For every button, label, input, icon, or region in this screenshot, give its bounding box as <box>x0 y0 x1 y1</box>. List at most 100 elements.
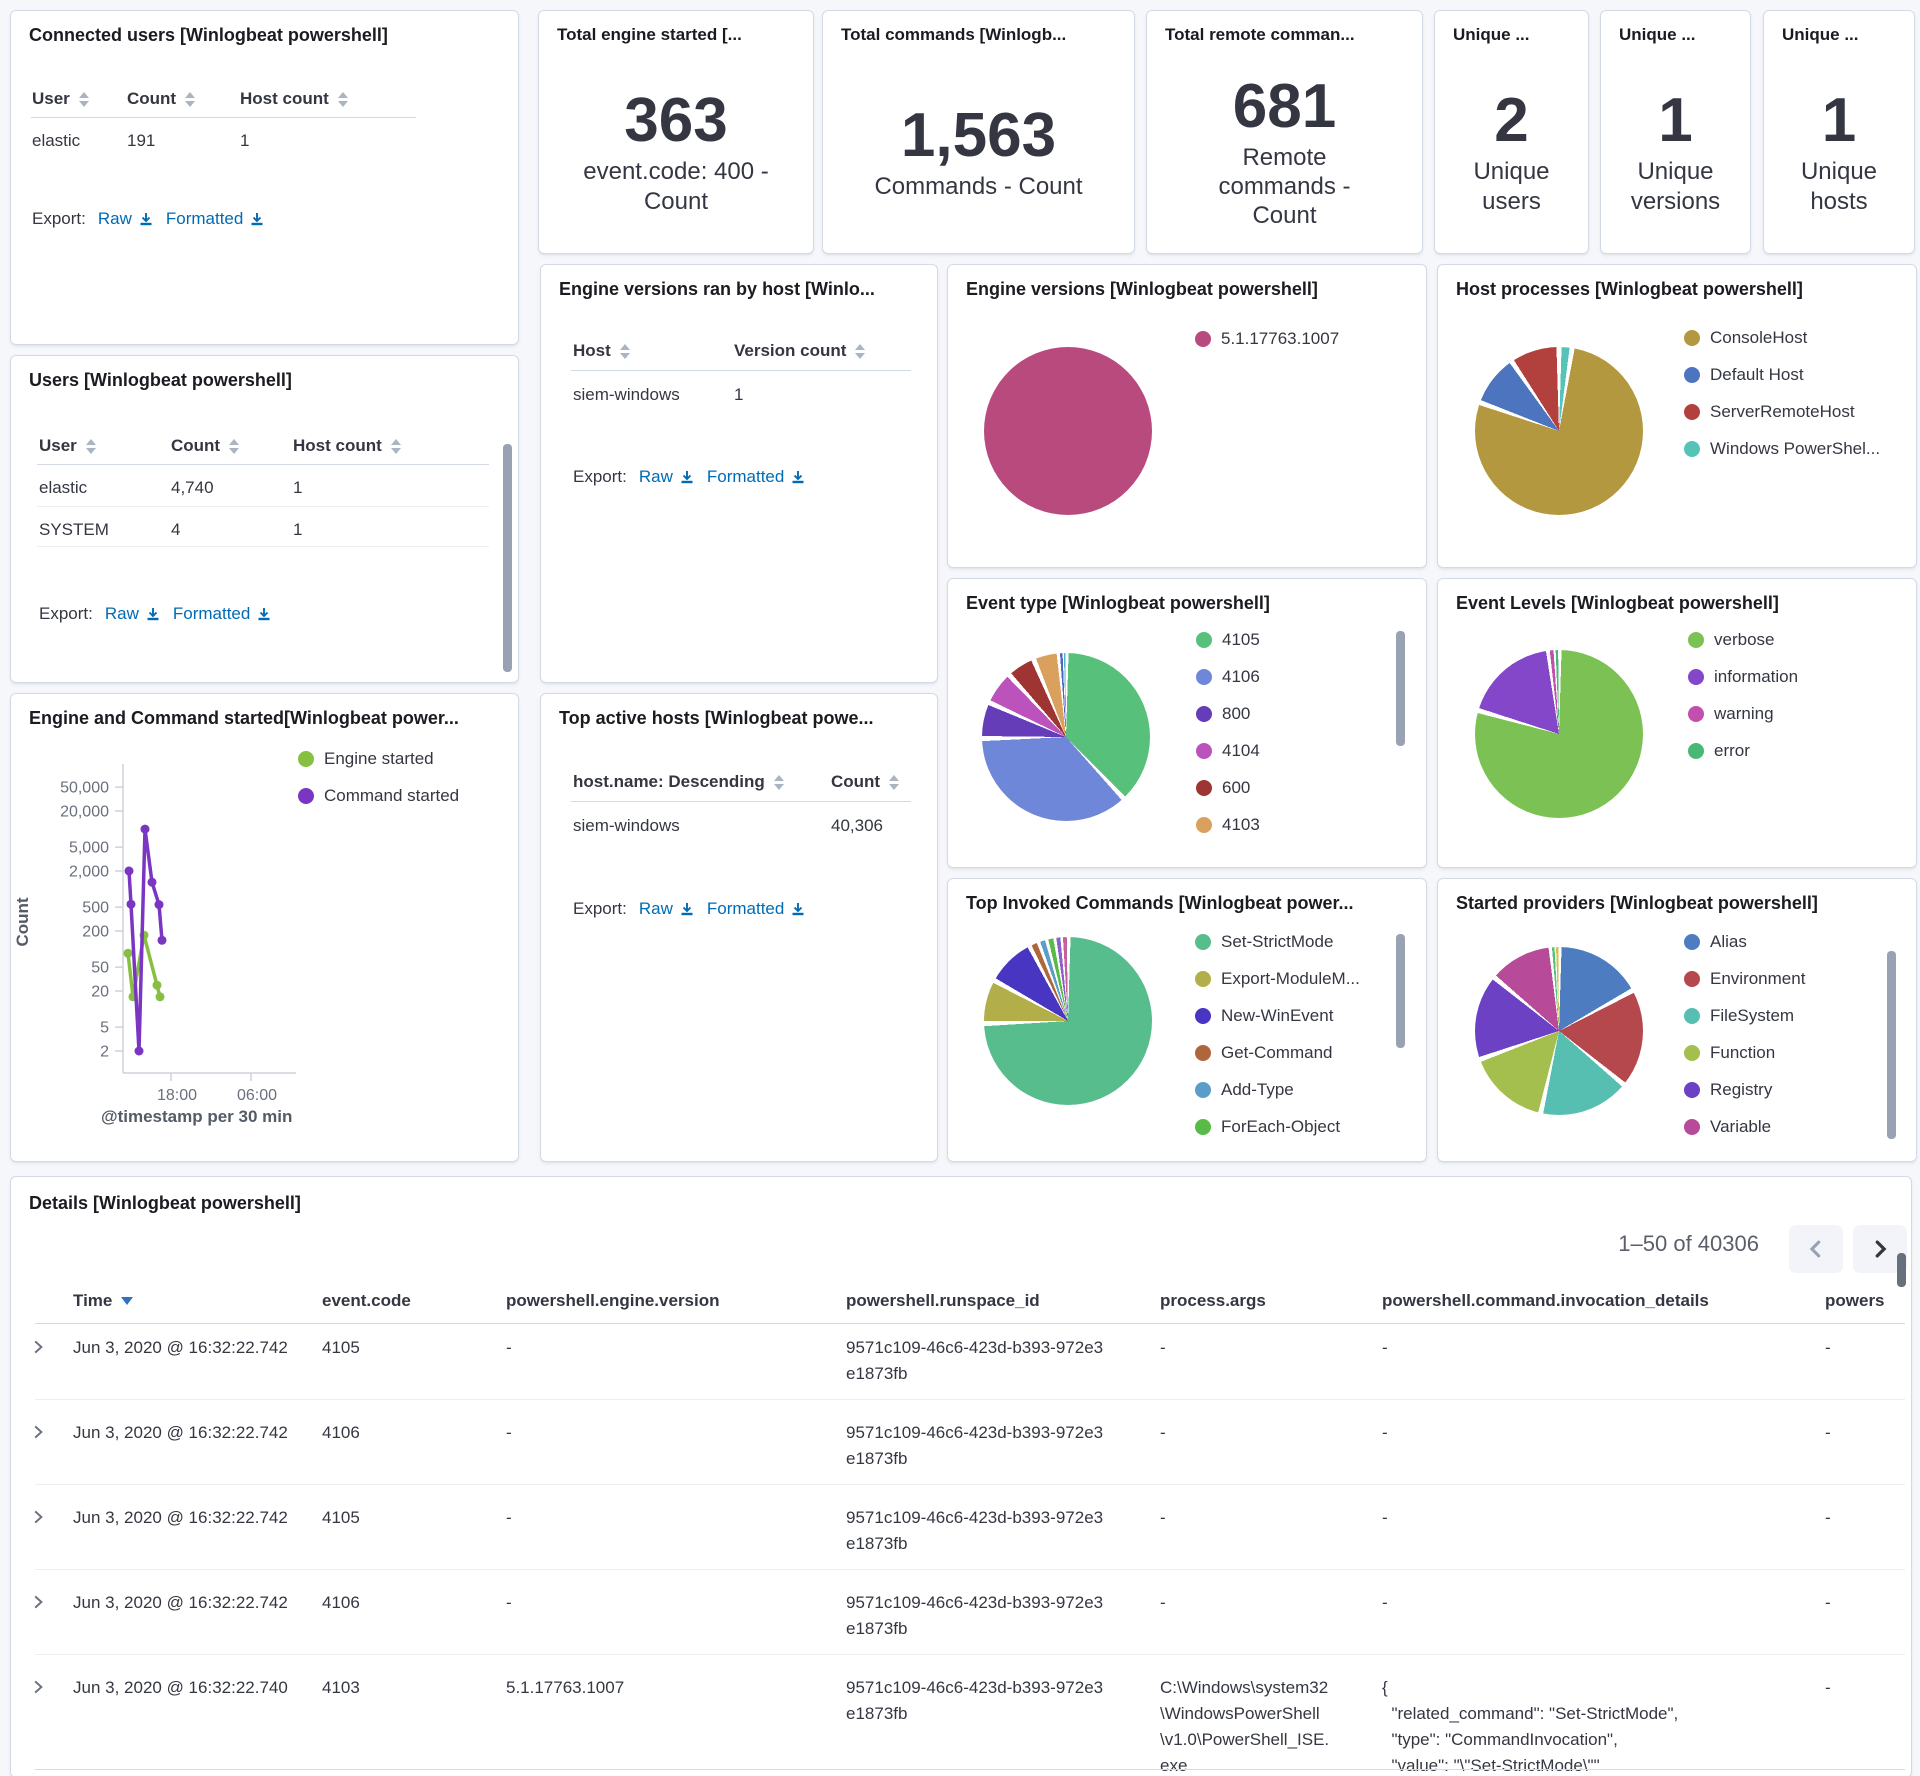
column-header-count[interactable]: Count <box>831 772 899 792</box>
export-raw-link[interactable]: Raw <box>639 899 695 919</box>
legend-item[interactable]: Alias <box>1684 932 1747 952</box>
column-header-version-count[interactable]: Version count <box>734 341 865 361</box>
engine-command-chart[interactable]: 50,00020,0005,0002,00050020050205218:000… <box>11 694 518 1161</box>
expand-row-button[interactable] <box>29 1423 47 1449</box>
cell-event-code: 4106 <box>322 1420 360 1446</box>
legend-dot-icon <box>1195 934 1211 950</box>
cell-event-code: 4105 <box>322 1335 360 1361</box>
host-processes-pie-chart[interactable] <box>1475 347 1643 515</box>
legend-scrollbar[interactable] <box>1887 951 1896 1139</box>
legend-scrollbar[interactable] <box>1396 631 1405 746</box>
event-levels-pie-chart[interactable] <box>1475 650 1643 818</box>
legend-item[interactable]: ServerRemoteHost <box>1684 402 1855 422</box>
table-cell: elastic <box>32 131 80 151</box>
panel-total-remote-commands: Total remote comman... 681 Remote comman… <box>1146 10 1423 254</box>
legend-item[interactable]: Function <box>1684 1043 1775 1063</box>
legend-item[interactable]: Environment <box>1684 969 1805 989</box>
column-header-user[interactable]: User <box>32 89 89 109</box>
expand-row-button[interactable] <box>29 1593 47 1619</box>
column-header-powershell-truncated[interactable]: powers <box>1825 1291 1885 1311</box>
cell-runspace-id: 9571c109-46c6-423d-b393-972e3e1873fb <box>846 1420 1108 1472</box>
export-formatted-link[interactable]: Formatted <box>707 899 806 919</box>
y-axis-label: Count <box>13 832 33 1012</box>
top-invoked-pie-chart[interactable] <box>984 937 1152 1105</box>
legend-item[interactable]: Windows PowerShel... <box>1684 439 1880 459</box>
legend-item[interactable]: Add-Type <box>1195 1080 1294 1100</box>
column-header-runspace-id[interactable]: powershell.runspace_id <box>846 1291 1040 1311</box>
cell-runspace-id: 9571c109-46c6-423d-b393-972e3e1873fb <box>846 1590 1108 1642</box>
column-header-host[interactable]: Host <box>573 341 630 361</box>
started-providers-pie-chart[interactable] <box>1475 947 1643 1115</box>
metric-value: 2 <box>1494 88 1528 153</box>
chevron-right-icon <box>29 1423 47 1441</box>
legend-item[interactable]: Command started <box>298 786 459 806</box>
cell-time: Jun 3, 2020 @ 16:32:22.742 <box>73 1505 288 1531</box>
legend-item[interactable]: 600 <box>1196 778 1250 798</box>
legend-dot-icon <box>1195 1008 1211 1024</box>
legend-item[interactable]: New-WinEvent <box>1195 1006 1333 1026</box>
column-header-process-args[interactable]: process.args <box>1160 1291 1266 1311</box>
panel-title: Top Invoked Commands [Winlogbeat power..… <box>966 893 1354 914</box>
legend-item[interactable]: 4106 <box>1196 667 1260 687</box>
sort-caret-icon <box>79 92 89 107</box>
legend-dot-icon <box>1196 743 1212 759</box>
svg-text:20: 20 <box>91 984 109 1001</box>
column-header-event-code[interactable]: event.code <box>322 1291 411 1311</box>
panel-top-active-hosts: Top active hosts [Winlogbeat powe... hos… <box>540 693 938 1162</box>
legend-item[interactable]: Default Host <box>1684 365 1804 385</box>
svg-text:200: 200 <box>82 924 109 941</box>
column-header-invocation-details[interactable]: powershell.command.invocation_details <box>1382 1291 1709 1311</box>
legend-item[interactable]: ConsoleHost <box>1684 328 1807 348</box>
scrollbar[interactable] <box>1897 1253 1906 1287</box>
divider <box>35 1654 1905 1655</box>
pagination-prev-button[interactable] <box>1789 1225 1843 1273</box>
legend-item[interactable]: Get-Command <box>1195 1043 1332 1063</box>
expand-row-button[interactable] <box>29 1508 47 1534</box>
legend-item[interactable]: Variable <box>1684 1117 1771 1137</box>
column-header-host-count[interactable]: Host count <box>293 436 401 456</box>
divider <box>35 1484 1905 1485</box>
column-header-engine-version[interactable]: powershell.engine.version <box>506 1291 720 1311</box>
legend-item[interactable]: Engine started <box>298 749 434 769</box>
legend-item[interactable]: verbose <box>1688 630 1774 650</box>
event-type-pie-chart[interactable] <box>982 653 1150 821</box>
export-row: Export: Raw Formatted <box>39 604 272 624</box>
expand-row-button[interactable] <box>29 1338 47 1364</box>
column-header-count[interactable]: Count <box>127 89 195 109</box>
export-raw-link[interactable]: Raw <box>105 604 161 624</box>
divider <box>571 801 911 802</box>
column-header-host-name[interactable]: host.name: Descending <box>573 772 784 792</box>
panel-users: Users [Winlogbeat powershell] User Count… <box>10 355 519 683</box>
column-header-host-count[interactable]: Host count <box>240 89 348 109</box>
legend-scrollbar[interactable] <box>1396 934 1405 1048</box>
divider <box>35 1399 1905 1400</box>
legend-item[interactable]: 4103 <box>1196 815 1260 835</box>
legend-item[interactable]: 800 <box>1196 704 1250 724</box>
legend-item[interactable]: information <box>1688 667 1798 687</box>
legend-item[interactable]: 4105 <box>1196 630 1260 650</box>
export-formatted-link[interactable]: Formatted <box>166 209 265 229</box>
divider <box>37 506 489 507</box>
export-formatted-link[interactable]: Formatted <box>707 467 806 487</box>
legend-item[interactable]: Set-StrictMode <box>1195 932 1333 952</box>
scrollbar[interactable] <box>503 444 512 672</box>
legend-item[interactable]: warning <box>1688 704 1774 724</box>
cell-event-code: 4103 <box>322 1675 360 1701</box>
legend-item[interactable]: 4104 <box>1196 741 1260 761</box>
legend-dot-icon <box>1688 632 1704 648</box>
export-raw-link[interactable]: Raw <box>98 209 154 229</box>
column-header-count[interactable]: Count <box>171 436 239 456</box>
legend-item[interactable]: Export-ModuleM... <box>1195 969 1360 989</box>
legend-item[interactable]: 5.1.17763.1007 <box>1195 329 1339 349</box>
column-header-user[interactable]: User <box>39 436 96 456</box>
engine-versions-pie-chart[interactable] <box>984 347 1152 515</box>
panel-title: Total commands [Winlogb... <box>841 25 1066 45</box>
legend-item[interactable]: Registry <box>1684 1080 1772 1100</box>
legend-item[interactable]: FileSystem <box>1684 1006 1794 1026</box>
expand-row-button[interactable] <box>29 1678 47 1704</box>
export-formatted-link[interactable]: Formatted <box>173 604 272 624</box>
legend-item[interactable]: ForEach-Object <box>1195 1117 1340 1137</box>
export-raw-link[interactable]: Raw <box>639 467 695 487</box>
column-header-time[interactable]: Time <box>73 1291 133 1311</box>
legend-item[interactable]: error <box>1688 741 1750 761</box>
